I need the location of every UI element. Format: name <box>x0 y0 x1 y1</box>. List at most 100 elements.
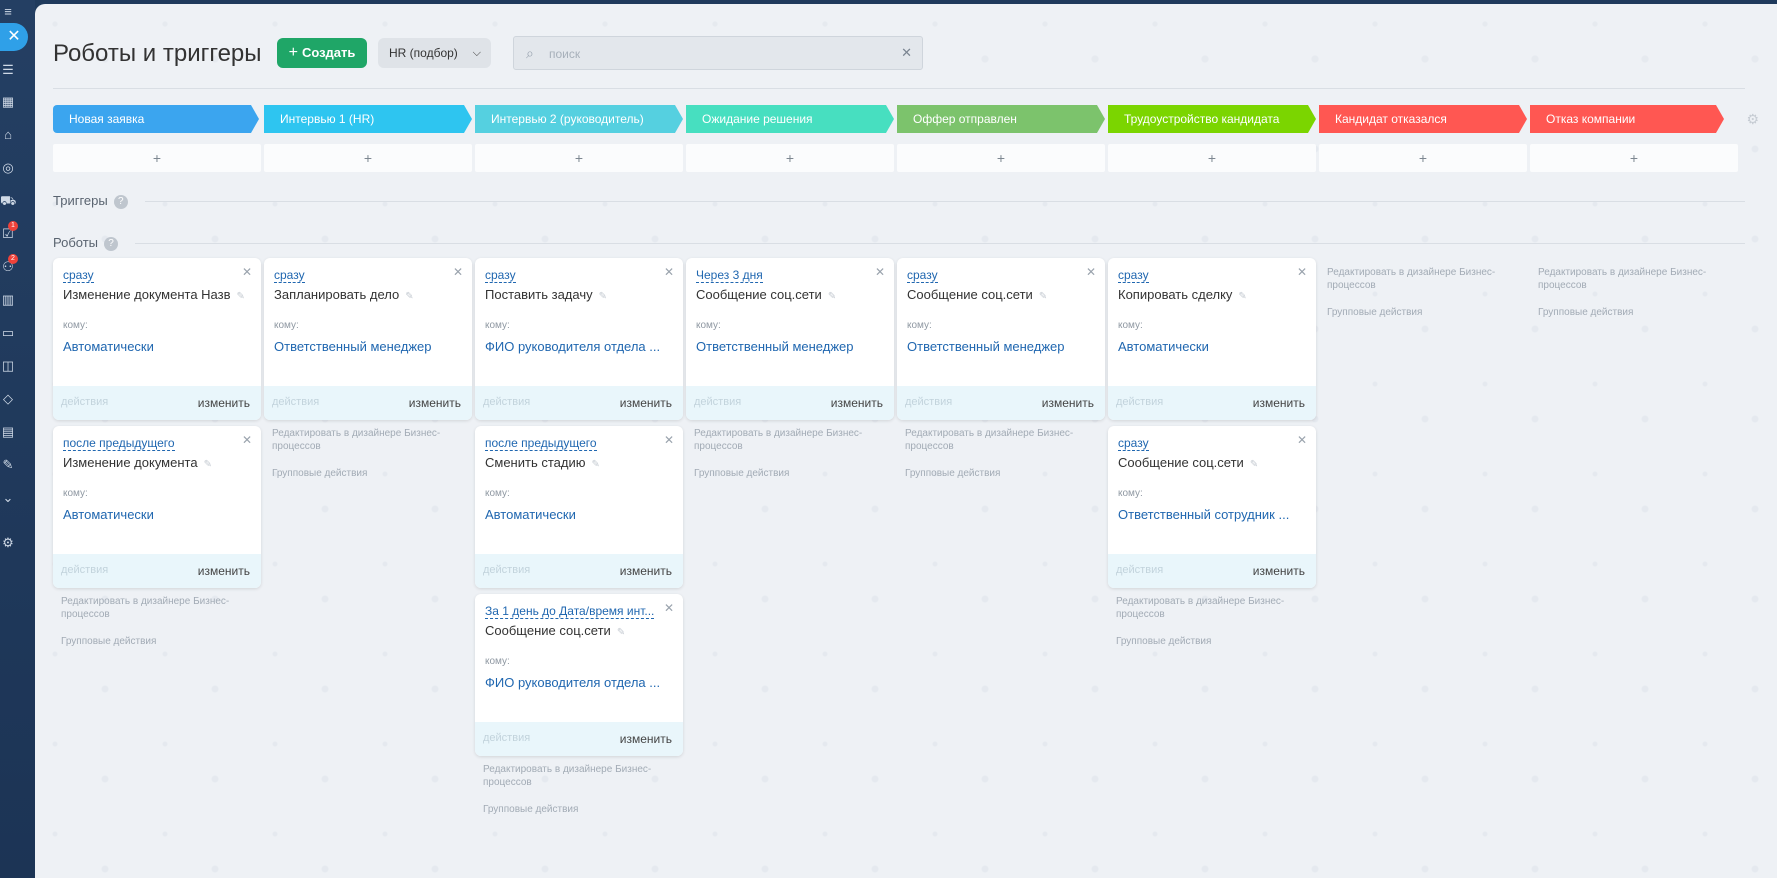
delete-icon[interactable]: ✕ <box>664 265 674 279</box>
robot-edit-button[interactable]: изменить <box>1253 564 1305 578</box>
delete-icon[interactable]: ✕ <box>1297 265 1307 279</box>
delete-icon[interactable]: ✕ <box>1297 433 1307 447</box>
document-icon[interactable]: ▤ <box>0 424 16 440</box>
add-trigger-button[interactable]: + <box>897 144 1105 172</box>
robot-edit-button[interactable]: изменить <box>198 564 250 578</box>
stage-header[interactable]: Интервью 1 (HR) <box>264 105 472 133</box>
robot-edit-button[interactable]: изменить <box>620 396 672 410</box>
robot-icon[interactable]: ◫ <box>0 358 16 374</box>
delete-icon[interactable]: ✕ <box>1086 265 1096 279</box>
robot-card[interactable]: За 1 день до Дата/время инт... ✕ Сообщение… <box>475 594 683 756</box>
robot-recipient[interactable]: Ответственный менеджер <box>274 339 432 354</box>
robot-delay-link[interactable]: Через 3 дня <box>696 268 763 283</box>
robot-delay-link[interactable]: сразу <box>63 268 94 283</box>
chevron-down-icon[interactable]: ⌄ <box>0 490 16 506</box>
designer-link[interactable]: Редактировать в дизайнере Бизнес-процесс… <box>1327 267 1495 291</box>
robot-recipient[interactable]: Ответственный менеджер <box>696 339 854 354</box>
cart-icon[interactable]: ⛟ <box>0 193 16 209</box>
delete-icon[interactable]: ✕ <box>453 265 463 279</box>
stage-header[interactable]: Кандидат отказался <box>1319 105 1527 133</box>
menu-icon[interactable]: ≡ <box>0 4 16 20</box>
delete-icon[interactable]: ✕ <box>242 265 252 279</box>
robot-card[interactable]: сразу ✕ Сообщение соц.сети ✎ кому: Ответствен… <box>897 258 1105 420</box>
add-trigger-button[interactable]: + <box>53 144 261 172</box>
monitor-icon[interactable]: ▭ <box>0 325 16 341</box>
designer-link[interactable]: Редактировать в дизайнере Бизнес-процесс… <box>483 764 651 788</box>
robot-delay-link[interactable]: после предыдущего <box>63 436 175 451</box>
add-trigger-button[interactable]: + <box>264 144 472 172</box>
calendar-icon[interactable]: ▦ <box>0 94 16 110</box>
robot-delay-link[interactable]: сразу <box>274 268 305 283</box>
add-trigger-button[interactable]: + <box>1319 144 1527 172</box>
delete-icon[interactable]: ✕ <box>664 601 674 615</box>
pencil-icon[interactable]: ✎ <box>591 459 599 470</box>
robot-card[interactable]: сразу ✕ Изменение документа Назв ✎ кому: Авто… <box>53 258 261 420</box>
target-icon[interactable]: ◎ <box>0 160 16 176</box>
stage-settings-icon[interactable]: ⚙ <box>1746 111 1759 128</box>
pencil-icon[interactable]: ✎ <box>617 627 625 638</box>
robot-edit-button[interactable]: изменить <box>620 564 672 578</box>
stage-header[interactable]: Трудоустройство кандидата <box>1108 105 1316 133</box>
group-actions-link[interactable]: Групповые действия <box>1538 306 1728 319</box>
pencil-icon[interactable]: ✎ <box>1039 291 1047 302</box>
robot-card[interactable]: Через 3 дня ✕ Сообщение соц.сети ✎ кому: Отве… <box>686 258 894 420</box>
delete-icon[interactable]: ✕ <box>242 433 252 447</box>
pencil-icon[interactable]: ✎ <box>237 291 245 302</box>
robot-recipient[interactable]: Автоматически <box>63 507 154 522</box>
delete-icon[interactable]: ✕ <box>664 433 674 447</box>
robot-recipient[interactable]: ФИО руководителя отдела ... <box>485 675 660 690</box>
close-slider-button[interactable]: ✕ <box>0 23 28 51</box>
robot-edit-button[interactable]: изменить <box>409 396 461 410</box>
add-trigger-button[interactable]: + <box>1108 144 1316 172</box>
help-icon[interactable]: ? <box>113 195 128 209</box>
designer-link[interactable]: Редактировать в дизайнере Бизнес-процесс… <box>272 428 440 452</box>
robot-card[interactable]: сразу ✕ Поставить задачу ✎ кому: ФИО руководи… <box>475 258 683 420</box>
pencil-icon[interactable]: ✎ <box>828 291 836 302</box>
designer-link[interactable]: Редактировать в дизайнере Бизнес-процесс… <box>694 428 862 452</box>
pencil-icon[interactable]: ✎ <box>405 291 413 302</box>
create-button[interactable]: + Создать <box>277 38 367 68</box>
robot-card[interactable]: сразу ✕ Запланировать дело ✎ кому: Ответствен… <box>264 258 472 420</box>
robot-delay-link[interactable]: после предыдущего <box>485 436 597 451</box>
designer-link[interactable]: Редактировать в дизайнере Бизнес-процесс… <box>1538 267 1706 291</box>
help-icon[interactable]: ? <box>104 237 119 251</box>
robot-recipient[interactable]: Автоматически <box>1118 339 1209 354</box>
stage-header[interactable]: Интервью 2 (руководитель) <box>475 105 683 133</box>
stage-header[interactable]: Ожидание решения <box>686 105 894 133</box>
cube-icon[interactable]: ◇ <box>0 391 16 407</box>
robot-recipient[interactable]: Автоматически <box>63 339 154 354</box>
robot-delay-link[interactable]: сразу <box>907 268 938 283</box>
search-input[interactable]: ⌕ поиск ✕ <box>513 36 923 70</box>
designer-link[interactable]: Редактировать в дизайнере Бизнес-процесс… <box>61 596 229 620</box>
stage-header[interactable]: Оффер отправлен <box>897 105 1105 133</box>
group-actions-link[interactable]: Групповые действия <box>1116 635 1306 648</box>
gear-icon[interactable]: ⚙ <box>0 535 16 551</box>
robot-edit-button[interactable]: изменить <box>1253 396 1305 410</box>
filter-icon[interactable]: ☰ <box>0 62 16 78</box>
robot-delay-link[interactable]: сразу <box>485 268 516 283</box>
pipeline-selector[interactable]: HR (подбор) ⌵ <box>378 38 491 68</box>
robot-edit-button[interactable]: изменить <box>831 396 883 410</box>
pencil-icon[interactable]: ✎ <box>1250 459 1258 470</box>
group-actions-link[interactable]: Групповые действия <box>1327 306 1517 319</box>
robot-recipient[interactable]: Ответственный менеджер <box>907 339 1065 354</box>
sign-icon[interactable]: ✎ <box>0 457 16 473</box>
robot-delay-link[interactable]: сразу <box>1118 436 1149 451</box>
robot-recipient[interactable]: ФИО руководителя отдела ... <box>485 339 660 354</box>
add-trigger-button[interactable]: + <box>475 144 683 172</box>
chart-icon[interactable]: ▥ <box>0 292 16 308</box>
robot-card[interactable]: сразу ✕ Сообщение соц.сети ✎ кому: Ответствен… <box>1108 426 1316 588</box>
robot-delay-link[interactable]: За 1 день до Дата/время инт... <box>485 604 655 619</box>
robot-edit-button[interactable]: изменить <box>198 396 250 410</box>
group-actions-link[interactable]: Групповые действия <box>694 467 884 480</box>
stage-header[interactable]: Новая заявка <box>53 105 259 133</box>
building-icon[interactable]: ⌂ <box>0 127 16 143</box>
robot-card[interactable]: сразу ✕ Копировать сделку ✎ кому: Автоматичес… <box>1108 258 1316 420</box>
group-actions-link[interactable]: Групповые действия <box>905 467 1095 480</box>
robot-delay-link[interactable]: сразу <box>1118 268 1149 283</box>
stage-header[interactable]: Отказ компании <box>1530 105 1724 133</box>
robot-edit-button[interactable]: изменить <box>620 732 672 746</box>
robot-card[interactable]: после предыдущего ✕ Сменить стадию ✎ кому: Ав… <box>475 426 683 588</box>
group-actions-link[interactable]: Групповые действия <box>483 803 673 816</box>
group-actions-link[interactable]: Групповые действия <box>272 467 462 480</box>
